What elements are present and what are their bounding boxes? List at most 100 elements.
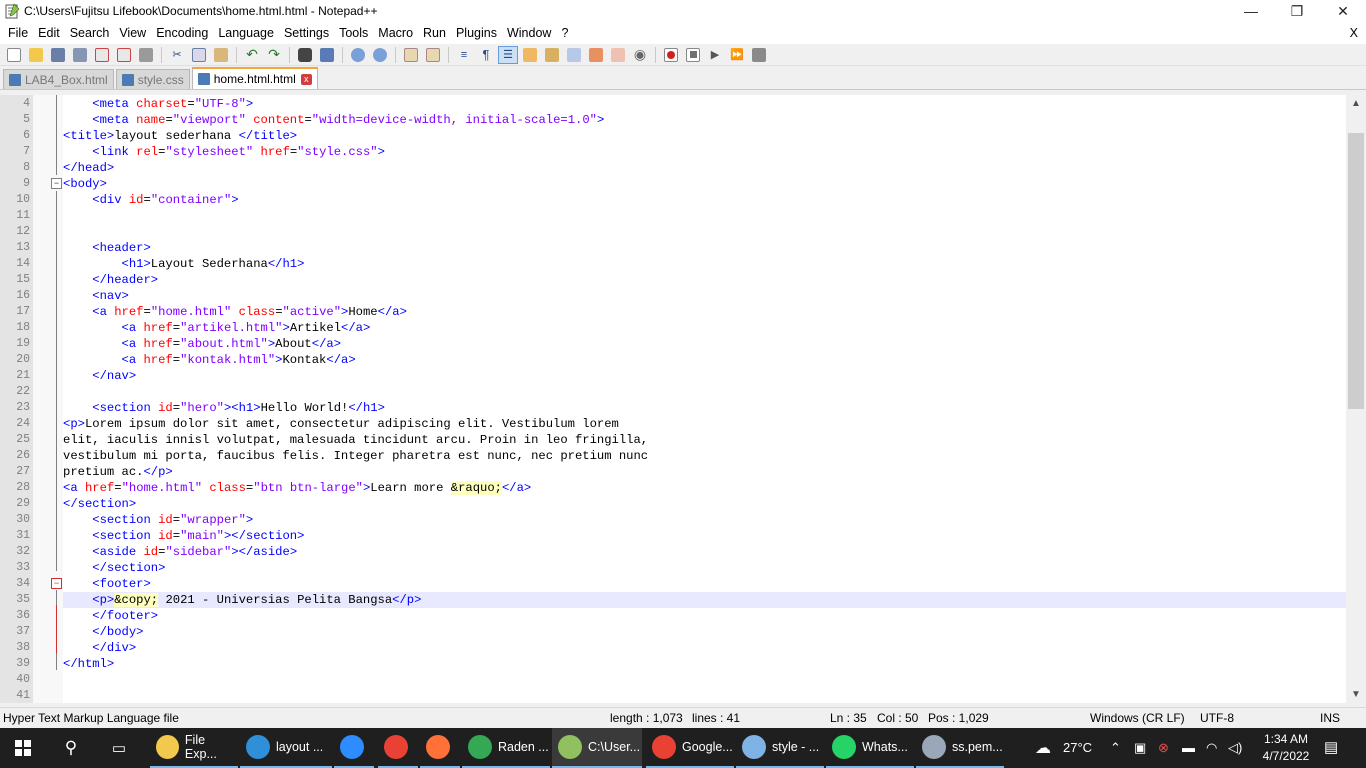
- menu-file[interactable]: File: [3, 26, 33, 40]
- chevron-up-icon[interactable]: ⌃: [1110, 740, 1121, 756]
- show-all-characters-icon[interactable]: ¶: [476, 46, 496, 64]
- redo-icon[interactable]: ↷: [264, 46, 284, 64]
- code-line[interactable]: </body>: [63, 624, 1346, 640]
- code-line[interactable]: <a href="about.html">About</a>: [63, 336, 1346, 352]
- scroll-up-icon[interactable]: ▲: [1346, 95, 1366, 112]
- code-line[interactable]: [63, 384, 1346, 400]
- taskbar-app-6[interactable]: C:\User...: [552, 728, 642, 768]
- find-icon[interactable]: [295, 46, 315, 64]
- minimize-button[interactable]: —: [1228, 0, 1274, 22]
- sync-horizontal-icon[interactable]: [423, 46, 443, 64]
- paste-icon[interactable]: [211, 46, 231, 64]
- user-language-icon[interactable]: [520, 46, 540, 64]
- code-line[interactable]: [63, 208, 1346, 224]
- code-line[interactable]: </header>: [63, 272, 1346, 288]
- vertical-scrollbar[interactable]: ▲ ▼: [1346, 95, 1366, 703]
- code-line[interactable]: <meta name="viewport" content="width=dev…: [63, 112, 1346, 128]
- taskbar-app-3[interactable]: [378, 728, 418, 768]
- code-line[interactable]: <header>: [63, 240, 1346, 256]
- folder-as-workspace-icon[interactable]: [586, 46, 606, 64]
- code-editor[interactable]: 4 5 6 7 8 9 10 11 12 13 14 15 16 17 18 19 20 21 22 23 24 25 26…: [0, 95, 1366, 703]
- taskbar-app-5[interactable]: Raden ...: [462, 728, 550, 768]
- close-all-icon[interactable]: [114, 46, 134, 64]
- replace-icon[interactable]: [317, 46, 337, 64]
- code-line[interactable]: </nav>: [63, 368, 1346, 384]
- code-line[interactable]: </section>: [63, 496, 1346, 512]
- code-line[interactable]: <section id="hero"><h1>Hello World!</h1>: [63, 400, 1346, 416]
- code-line[interactable]: <a href="kontak.html">Kontak</a>: [63, 352, 1346, 368]
- code-line[interactable]: </footer>: [63, 608, 1346, 624]
- code-area[interactable]: <meta charset="UTF-8"> <meta name="viewp…: [63, 95, 1346, 703]
- code-line[interactable]: <a href="home.html" class="btn btn-large…: [63, 480, 1346, 496]
- zoom-out-icon[interactable]: [370, 46, 390, 64]
- code-line[interactable]: [63, 688, 1346, 703]
- close-button[interactable]: ✕: [1320, 0, 1366, 22]
- task-view-icon[interactable]: ▭: [96, 728, 142, 768]
- tab-lab4-box[interactable]: LAB4_Box.html x: [3, 69, 114, 89]
- code-line[interactable]: <aside id="sidebar"></aside>: [63, 544, 1346, 560]
- menu-run[interactable]: Run: [418, 26, 451, 40]
- menu-settings[interactable]: Settings: [279, 26, 334, 40]
- code-line[interactable]: <link rel="stylesheet" href="style.css">: [63, 144, 1346, 160]
- taskbar-app-1[interactable]: layout ...: [240, 728, 332, 768]
- code-line[interactable]: <p>Lorem ipsum dolor sit amet, consectet…: [63, 416, 1346, 432]
- zoom-in-icon[interactable]: [348, 46, 368, 64]
- code-line[interactable]: <a href="artikel.html">Artikel</a>: [63, 320, 1346, 336]
- code-line[interactable]: <meta charset="UTF-8">: [63, 96, 1346, 112]
- taskbar-app-0[interactable]: File Exp...: [150, 728, 238, 768]
- code-line[interactable]: <a href="home.html" class="active">Home<…: [63, 304, 1346, 320]
- menu-edit[interactable]: Edit: [33, 26, 65, 40]
- code-line[interactable]: pretium ac.</p>: [63, 464, 1346, 480]
- code-line[interactable]: <section id="wrapper">: [63, 512, 1346, 528]
- code-line[interactable]: </div>: [63, 640, 1346, 656]
- menu-view[interactable]: View: [114, 26, 151, 40]
- stop-macro-icon[interactable]: [683, 46, 703, 64]
- scroll-down-icon[interactable]: ▼: [1346, 686, 1366, 703]
- monitoring-icon[interactable]: ◉: [630, 46, 650, 64]
- menu-help[interactable]: ?: [556, 26, 573, 40]
- code-line[interactable]: <title>layout sederhana </title>: [63, 128, 1346, 144]
- clock-date[interactable]: 4/7/2022: [1257, 749, 1315, 763]
- code-line[interactable]: <footer>: [63, 576, 1346, 592]
- code-line[interactable]: <p>&copy; 2021 - Universias Pelita Bangs…: [63, 592, 1346, 608]
- code-line[interactable]: <div id="container">: [63, 192, 1346, 208]
- code-line[interactable]: [63, 672, 1346, 688]
- taskbar-app-9[interactable]: Whats...: [826, 728, 914, 768]
- search-icon[interactable]: ⚲: [48, 728, 94, 768]
- scrollbar-thumb[interactable]: [1348, 133, 1364, 409]
- word-wrap-icon[interactable]: ≡: [454, 46, 474, 64]
- print-icon[interactable]: [136, 46, 156, 64]
- sync-vertical-icon[interactable]: [401, 46, 421, 64]
- taskbar-app-10[interactable]: ss.pem...: [916, 728, 1004, 768]
- open-file-icon[interactable]: [26, 46, 46, 64]
- clock-time[interactable]: 1:34 AM: [1257, 732, 1315, 746]
- save-all-icon[interactable]: [70, 46, 90, 64]
- tab-close-icon[interactable]: x: [300, 73, 312, 85]
- taskbar-app-4[interactable]: [420, 728, 460, 768]
- code-line[interactable]: <section id="main"></section>: [63, 528, 1346, 544]
- fold-toggle-icon[interactable]: −: [51, 578, 62, 589]
- play-macro-icon[interactable]: ▶: [705, 46, 725, 64]
- undo-icon[interactable]: ↶: [242, 46, 262, 64]
- menu-search[interactable]: Search: [65, 26, 115, 40]
- code-line[interactable]: </html>: [63, 656, 1346, 672]
- function-list-icon[interactable]: [564, 46, 584, 64]
- menu-language[interactable]: Language: [213, 26, 279, 40]
- taskbar-app-2[interactable]: [334, 728, 374, 768]
- taskbar-app-8[interactable]: style - ...: [736, 728, 824, 768]
- menu-macro[interactable]: Macro: [373, 26, 418, 40]
- wifi-icon[interactable]: ◠: [1206, 740, 1217, 756]
- code-line[interactable]: <body>: [63, 176, 1346, 192]
- code-line[interactable]: <nav>: [63, 288, 1346, 304]
- code-line[interactable]: </section>: [63, 560, 1346, 576]
- notification-center-icon[interactable]: ▤: [1324, 738, 1338, 756]
- start-button[interactable]: [0, 728, 46, 768]
- menu-tools[interactable]: Tools: [334, 26, 373, 40]
- new-file-icon[interactable]: [4, 46, 24, 64]
- save-icon[interactable]: [48, 46, 68, 64]
- close-file-icon[interactable]: [92, 46, 112, 64]
- save-macro-icon[interactable]: [749, 46, 769, 64]
- tab-style-css[interactable]: style.css x: [115, 69, 190, 89]
- menu-window[interactable]: Window: [502, 26, 556, 40]
- notification-blocked-icon[interactable]: ⊗: [1158, 740, 1169, 756]
